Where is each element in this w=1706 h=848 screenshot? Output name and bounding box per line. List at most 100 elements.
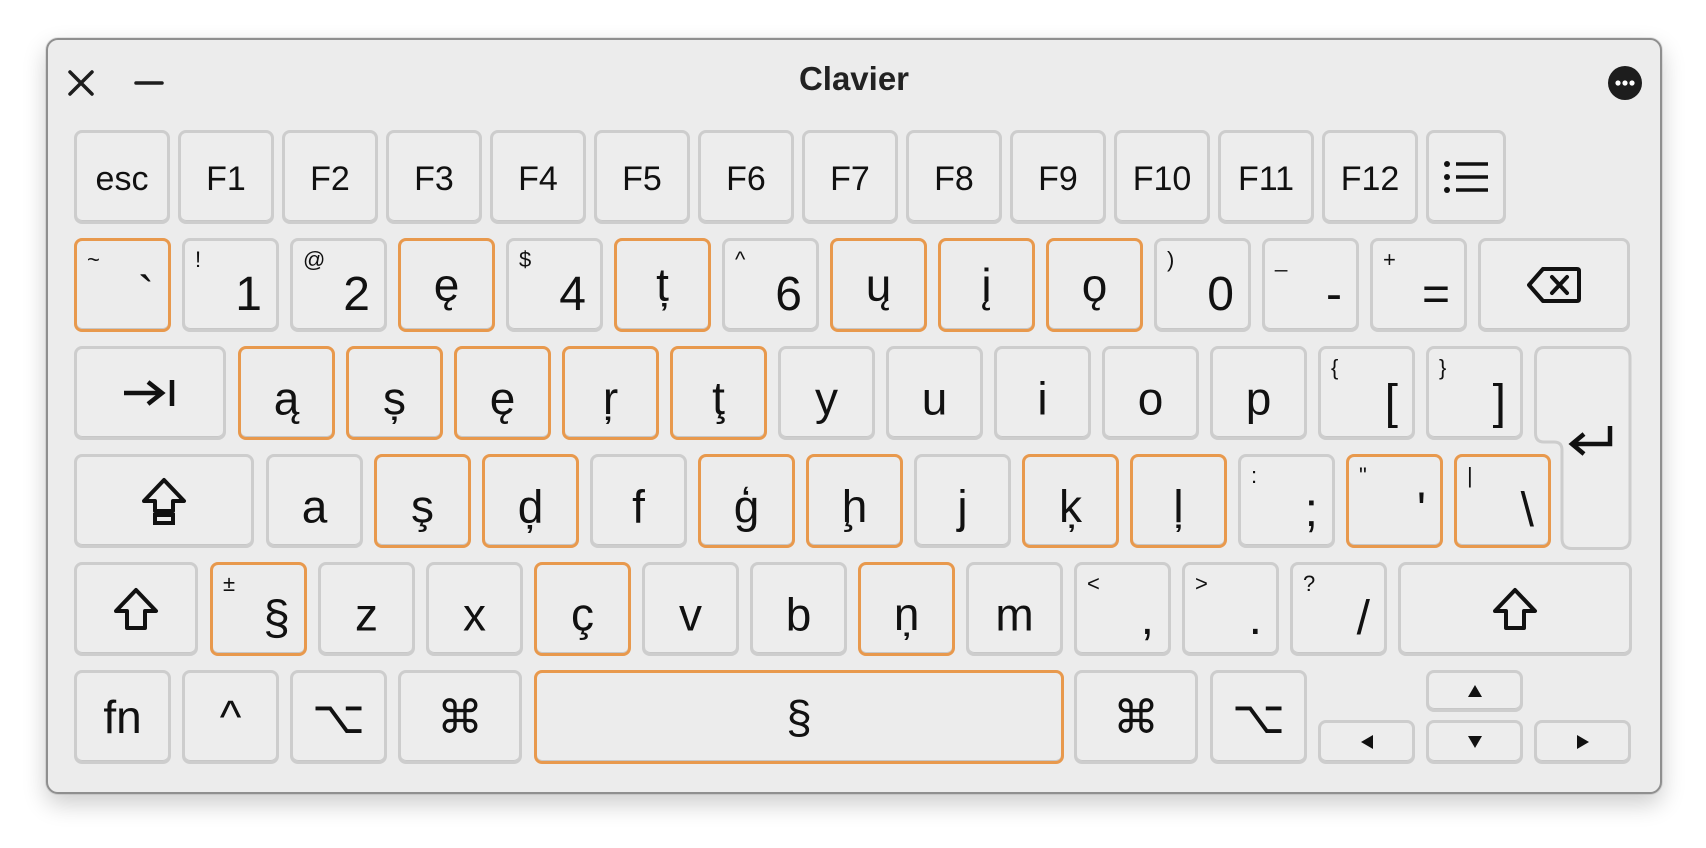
key-control[interactable]: ^ [182, 670, 279, 764]
key-f[interactable]: f [590, 454, 687, 548]
key-option-left[interactable]: ⌥ [290, 670, 387, 764]
key-slash[interactable]: ? / [1290, 562, 1387, 656]
key-period-shift: > [1195, 571, 1208, 596]
key-8[interactable]: į [938, 238, 1035, 332]
key-backslash-label: \ [1520, 484, 1534, 537]
key-equal[interactable]: + = [1370, 238, 1467, 332]
key-period[interactable]: >. [1182, 562, 1279, 656]
key-f1[interactable]: F1 [178, 130, 274, 224]
key-e[interactable]: ę [454, 346, 551, 440]
key-6-label: 6 [775, 268, 802, 321]
more-button[interactable] [1608, 66, 1642, 100]
key-shift-left[interactable] [74, 562, 198, 656]
key-command-left[interactable]: ⌘ [398, 670, 522, 764]
key-f7[interactable]: F7 [802, 130, 898, 224]
key-shift-right[interactable] [1398, 562, 1632, 656]
key-left-bracket[interactable]: {[ [1318, 346, 1415, 440]
key-w[interactable]: ș [346, 346, 443, 440]
key-backslash[interactable]: | \ [1454, 454, 1551, 548]
key-2[interactable]: @2 [290, 238, 387, 332]
key-equal-label: = [1421, 268, 1450, 321]
key-s[interactable]: ş [374, 454, 471, 548]
key-f3[interactable]: F3 [386, 130, 482, 224]
key-esc[interactable]: esc [74, 130, 170, 224]
key-r[interactable]: ŗ [562, 346, 659, 440]
key-f8[interactable]: F8 [906, 130, 1002, 224]
shift-icon [114, 588, 158, 630]
key-b[interactable]: b [750, 562, 847, 656]
key-x[interactable]: x [426, 562, 523, 656]
key-z-label: z [355, 588, 378, 641]
key-7-label: ų [865, 259, 892, 311]
key-1[interactable]: ! 1 [182, 238, 279, 332]
key-right-bracket[interactable]: }] [1426, 346, 1523, 440]
key-7[interactable]: ų [830, 238, 927, 332]
key-quote[interactable]: " ' [1346, 454, 1443, 548]
key-section[interactable]: ± § [210, 562, 307, 656]
key-f5-label: F5 [622, 159, 662, 198]
key-minus[interactable]: _ - [1262, 238, 1359, 332]
key-f2[interactable]: F2 [282, 130, 378, 224]
key-command-right[interactable]: ⌘ [1074, 670, 1198, 764]
key-l[interactable]: ļ [1130, 454, 1227, 548]
key-6[interactable]: ^ 6 [722, 238, 819, 332]
key-right-bracket-label: ] [1492, 376, 1506, 429]
key-1-label: 1 [235, 268, 262, 321]
key-0[interactable]: ) 0 [1154, 238, 1251, 332]
key-quote-shift: " [1359, 463, 1367, 488]
key-o[interactable]: o [1102, 346, 1199, 440]
key-a[interactable]: a [266, 454, 363, 548]
key-4[interactable]: $4 [506, 238, 603, 332]
key-arrow-up[interactable] [1426, 670, 1523, 712]
key-fn[interactable]: fn [74, 670, 171, 764]
tab-icon [124, 380, 175, 406]
key-f12[interactable]: F12 [1322, 130, 1418, 224]
key-period-label: . [1248, 592, 1262, 645]
key-9-label: ǫ [1081, 259, 1108, 311]
key-f5[interactable]: F5 [594, 130, 690, 224]
key-arrow-left[interactable] [1318, 720, 1415, 764]
key-5[interactable]: ț [614, 238, 711, 332]
key-f11[interactable]: F11 [1218, 130, 1314, 224]
key-arrow-down[interactable] [1426, 720, 1523, 764]
key-option-right[interactable]: ⌥ [1210, 670, 1307, 764]
key-delete[interactable] [1478, 238, 1630, 332]
key-q[interactable]: ą [238, 346, 335, 440]
key-g[interactable]: ģ [698, 454, 795, 548]
key-k[interactable]: ķ [1022, 454, 1119, 548]
key-space[interactable]: § [534, 670, 1064, 764]
title-bar: Clavier [48, 40, 1660, 120]
key-p[interactable]: p [1210, 346, 1307, 440]
key-y[interactable]: y [778, 346, 875, 440]
key-f10[interactable]: F10 [1114, 130, 1210, 224]
key-grave[interactable]: ~ ` [74, 238, 171, 332]
window-title: Clavier [798, 60, 910, 97]
key-9[interactable]: ǫ [1046, 238, 1143, 332]
key-h[interactable]: ḩ [806, 454, 903, 548]
key-f4[interactable]: F4 [490, 130, 586, 224]
key-i[interactable]: i [994, 346, 1091, 440]
arrow-up-icon [1467, 685, 1482, 697]
key-f9[interactable]: F9 [1010, 130, 1106, 224]
key-arrow-right[interactable] [1534, 720, 1631, 764]
key-3[interactable]: ę [398, 238, 495, 332]
keyboard-viewer-window: Clavier esc F1 F2 F3 F4 F5 F6 F7 F8 F9 F… [46, 38, 1662, 794]
key-left-bracket-label: [ [1384, 376, 1398, 429]
key-d[interactable]: ḑ [482, 454, 579, 548]
key-u[interactable]: u [886, 346, 983, 440]
key-z[interactable]: z [318, 562, 415, 656]
key-semicolon[interactable]: :; [1238, 454, 1335, 548]
key-j[interactable]: j [914, 454, 1011, 548]
key-m[interactable]: m [966, 562, 1063, 656]
key-list[interactable] [1426, 130, 1506, 224]
key-caps-lock[interactable] [74, 454, 254, 548]
key-comma[interactable]: <, [1074, 562, 1171, 656]
arrow-left-icon [1360, 735, 1373, 749]
key-n[interactable]: ņ [858, 562, 955, 656]
key-0-shift: ) [1167, 247, 1175, 272]
key-tab[interactable] [74, 346, 226, 440]
key-v[interactable]: v [642, 562, 739, 656]
key-c[interactable]: ç [534, 562, 631, 656]
key-f6[interactable]: F6 [698, 130, 794, 224]
key-t[interactable]: ţ [670, 346, 767, 440]
